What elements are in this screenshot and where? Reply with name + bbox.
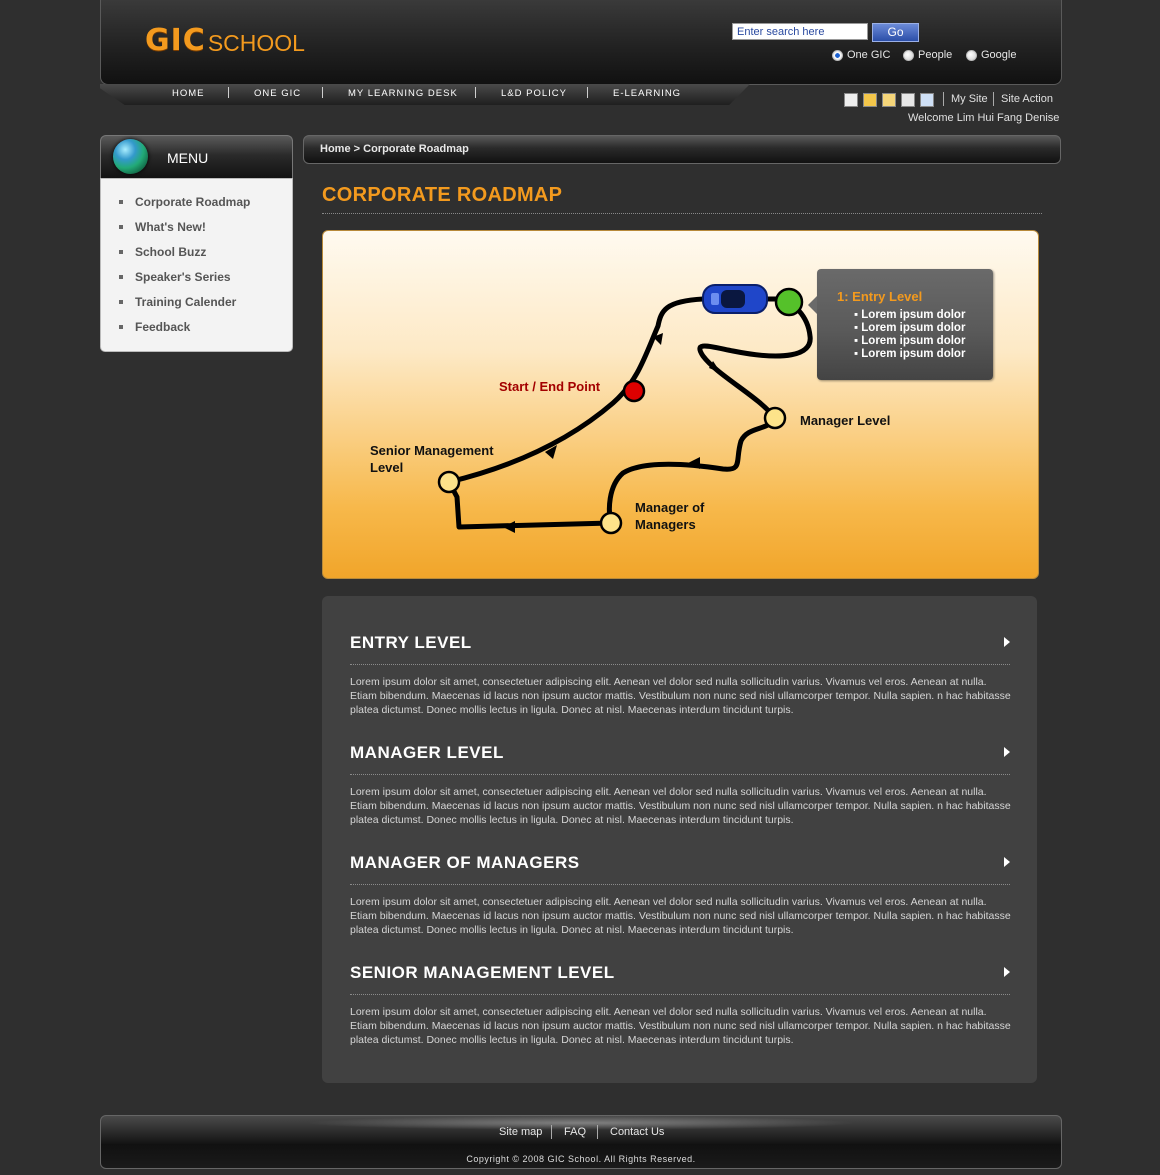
level-title-senior-management[interactable]: SENIOR MANAGEMENT LEVEL [350,963,615,983]
site-header: GIC SCHOOL [100,0,1062,85]
nav-home[interactable]: HOME [172,88,205,99]
nav-divider [475,87,476,98]
car-icon [702,284,768,314]
side-menu-title: MENU [167,150,209,166]
callout-item: ▪ Lorem ipsum dolor [854,322,966,334]
breadcrumb-trail: Home > Corporate Roadmap [320,143,469,155]
radio-selected-icon[interactable] [832,49,843,61]
footer-sitemap-link[interactable]: Site map [499,1126,542,1138]
search-go-button[interactable]: Go [872,23,919,42]
level-description: Lorem ipsum dolor sit amet, consectetuer… [350,676,1011,716]
callout-item: ▪ Lorem ipsum dolor [854,335,966,347]
expand-arrow-icon[interactable] [1004,967,1010,977]
delete-icon[interactable] [920,93,934,107]
nav-divider [322,87,323,98]
roadmap-mom-line1: Manager of [635,500,705,515]
roadmap-callout: 1: Entry Level ▪ Lorem ipsum dolor ▪ Lor… [808,269,993,380]
sidebar-item-training-calender[interactable]: Training Calender [119,294,250,319]
footer-divider [551,1125,552,1139]
sidebar-item-corporate-roadmap[interactable]: Corporate Roadmap [119,194,250,219]
copyright-text: Copyright © 2008 GIC School. All Rights … [466,1154,696,1164]
utility-divider [993,92,994,106]
side-menu: Corporate Roadmap What's New! School Buz… [100,178,293,352]
nav-e-learning[interactable]: E-LEARNING [613,88,681,99]
sidebar-item-school-buzz[interactable]: School Buzz [119,244,250,269]
roadmap-start-end-label: Start / End Point [499,379,601,394]
scope-label: One GIC [847,49,891,61]
email-icon[interactable] [882,93,896,107]
footer-divider [597,1125,598,1139]
search-input[interactable] [732,23,868,40]
level-title-manager-of-managers[interactable]: MANAGER OF MANAGERS [350,853,580,873]
logo-school-text: SCHOOL [207,30,305,56]
expand-arrow-icon[interactable] [1004,637,1010,647]
level-title-manager[interactable]: MANAGER LEVEL [350,743,504,763]
roadmap-diagram: Start / End Point Manager Level Senior M… [322,230,1039,579]
edit-icon[interactable] [901,93,915,107]
radio-icon[interactable] [966,49,977,61]
site-footer: Site map FAQ Contact Us Copyright © 2008… [100,1115,1062,1169]
level-divider [350,994,1010,995]
level-title-entry[interactable]: ENTRY LEVEL [350,633,472,653]
site-action-link[interactable]: Site Action [1001,93,1053,105]
radio-icon[interactable] [903,49,914,61]
roadmap-mom-label: Manager of Managers [635,499,704,533]
scope-radio-google[interactable]: Google [966,49,1016,61]
scope-label: People [918,49,953,61]
expand-arrow-icon[interactable] [1004,747,1010,757]
levels-panel: ENTRY LEVEL Lorem ipsum dolor sit amet, … [322,596,1037,1083]
roadmap-manager-level-label: Manager Level [800,413,891,428]
logo-gic-text: GIC [145,23,206,58]
roadmap-senior-line2: Level [370,460,404,475]
globe-icon [113,139,148,174]
utility-divider [943,92,944,106]
footer-contact-link[interactable]: Contact Us [610,1126,664,1138]
bookmark-icon[interactable] [863,93,877,107]
footer-faq-link[interactable]: FAQ [564,1126,586,1138]
nav-divider [228,87,229,98]
side-menu-header: MENU [100,135,293,179]
nav-one-gic[interactable]: ONE GIC [254,88,301,99]
breadcrumb-current: Corporate Roadmap [363,143,469,155]
level-description: Lorem ipsum dolor sit amet, consectetuer… [350,1006,1011,1046]
breadcrumb-home-link[interactable]: Home [320,143,351,155]
expand-arrow-icon[interactable] [1004,857,1010,867]
level-description: Lorem ipsum dolor sit amet, consectetuer… [350,786,1011,826]
my-site-link[interactable]: My Site [951,93,988,105]
callout-item: ▪ Lorem ipsum dolor [854,309,966,321]
sidebar-item-speakers-series[interactable]: Speaker's Series [119,269,250,294]
site-logo[interactable]: GIC SCHOOL [145,18,305,58]
print-icon[interactable] [844,93,858,107]
level-divider [350,774,1010,775]
scope-radio-one-gic[interactable]: One GIC [832,49,890,61]
nav-my-learning-desk[interactable]: MY LEARNING DESK [348,88,458,99]
sidebar-item-feedback[interactable]: Feedback [119,319,250,344]
nav-ld-policy[interactable]: L&D POLICY [501,88,567,99]
welcome-text: Welcome Lim Hui Fang Denise [908,112,1060,124]
scope-radio-people[interactable]: People [903,49,952,61]
callout-title: 1: Entry Level [837,289,923,304]
level-divider [350,664,1010,665]
breadcrumb-separator: > [353,143,361,155]
roadmap-senior-line1: Senior Management [370,443,494,458]
nav-divider [587,87,588,98]
callout-item: ▪ Lorem ipsum dolor [854,348,966,360]
roadmap-mom-line2: Managers [635,517,696,532]
level-divider [350,884,1010,885]
title-divider [322,213,1042,214]
page-title: CORPORATE ROADMAP [322,184,563,206]
level-description: Lorem ipsum dolor sit amet, consectetuer… [350,896,1011,936]
roadmap-senior-label: Senior Management Level [370,442,494,476]
sidebar-item-whats-new[interactable]: What's New! [119,219,250,244]
breadcrumb: Home > Corporate Roadmap [303,135,1061,164]
scope-label: Google [981,49,1017,61]
